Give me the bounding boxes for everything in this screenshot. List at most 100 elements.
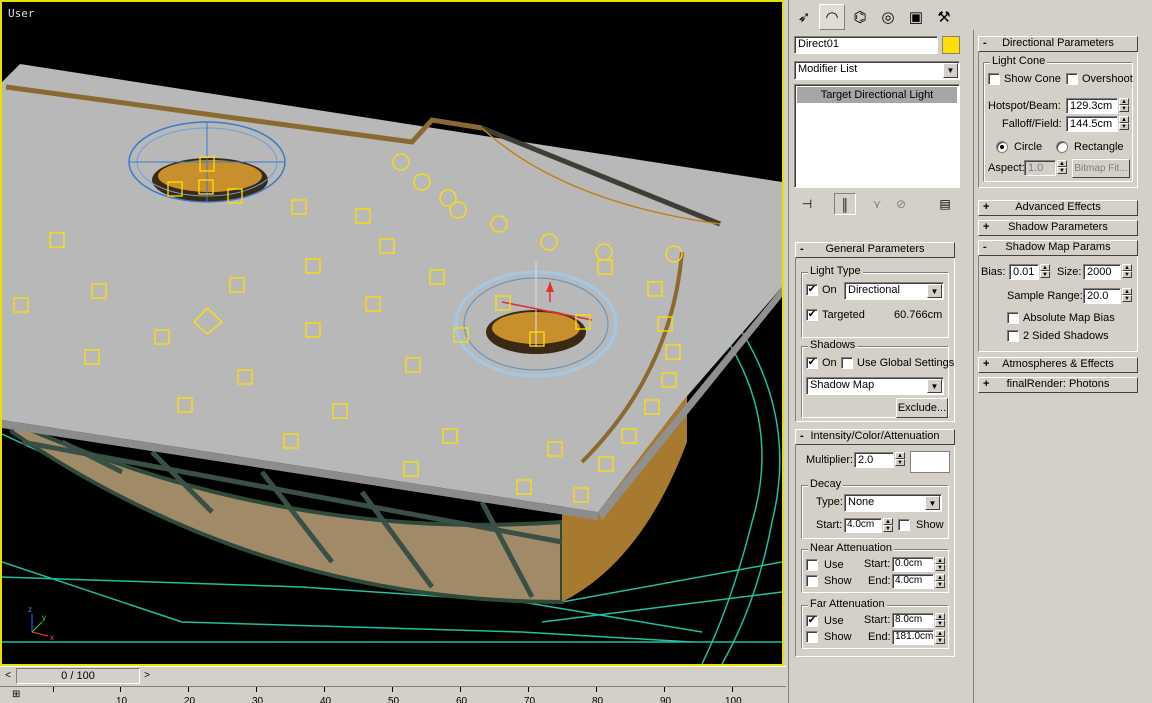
stack-item-target-directional-light[interactable]: Target Directional Light	[797, 87, 957, 103]
decay-start-spinner[interactable]: ▲ ▼	[883, 518, 893, 532]
utilities-tab-icon[interactable]: ⚒	[931, 4, 957, 30]
near-attenuation-group: Near Attenuation Use Show Start: 0.0cm ▲…	[801, 542, 949, 593]
intensity-rollout[interactable]: - Intensity/Color/Attenuation	[795, 429, 955, 445]
near-end-field[interactable]: 4.0cm	[892, 574, 934, 589]
hotspot-field[interactable]: 129.3cm	[1066, 98, 1118, 114]
light-cone-group: Light Cone Show Cone Overshoot Hotspot/B…	[983, 55, 1133, 182]
multiplier-field[interactable]: 2.0	[854, 452, 894, 468]
directional-parameters-rollout[interactable]: - Directional Parameters	[978, 36, 1138, 52]
decay-show-checkbox[interactable]	[898, 519, 910, 531]
command-panel-tabs: ➶ ◠ ⌬ ◎ ▣ ⚒	[789, 4, 969, 30]
overshoot-checkbox[interactable]	[1066, 73, 1078, 85]
multiplier-spinner[interactable]: ▲ ▼	[895, 452, 905, 466]
next-frame-button[interactable]: >	[140, 669, 154, 684]
make-unique-icon[interactable]: ⋎	[866, 193, 888, 215]
modify-tab-icon[interactable]: ◠	[819, 4, 845, 30]
bias-field[interactable]: 0.01	[1009, 264, 1039, 280]
ruler-tick: 40	[320, 696, 332, 703]
show-end-result-icon[interactable]: ║	[834, 193, 856, 215]
far-start-spinner[interactable]: ▲ ▼	[935, 613, 945, 627]
light-type-group: Light Type ✔ On Directional ▼ ✔ Targeted…	[801, 265, 949, 338]
rectangle-radio[interactable]	[1056, 141, 1068, 153]
ruler-tick: 70	[524, 696, 536, 703]
chevron-down-icon: ▼	[927, 379, 942, 393]
size-field[interactable]: 2000	[1083, 264, 1121, 280]
bias-spinner[interactable]: ▲ ▼	[1040, 264, 1050, 278]
circle-radio[interactable]	[996, 141, 1008, 153]
display-tab-icon[interactable]: ▣	[903, 4, 929, 30]
object-color-swatch[interactable]	[942, 36, 960, 54]
ruler-tick: 20	[184, 696, 196, 703]
atmospheres-effects-rollout[interactable]: + Atmospheres & Effects	[978, 357, 1138, 373]
near-show-checkbox[interactable]	[806, 575, 818, 587]
svg-text:x: x	[50, 633, 54, 642]
modifier-stack[interactable]: Target Directional Light	[794, 84, 960, 188]
ruler-tick: 90	[660, 696, 672, 703]
remove-modifier-icon[interactable]: ⊘	[890, 193, 912, 215]
ruler-tick: 100	[725, 696, 742, 703]
final-render-photons-rollout[interactable]: + finalRender: Photons	[978, 377, 1138, 393]
object-name-field[interactable]: Direct01	[794, 36, 938, 54]
target-distance: 60.766cm	[894, 309, 943, 321]
light-on-checkbox[interactable]: ✔	[806, 284, 818, 296]
falloff-spinner[interactable]: ▲ ▼	[1119, 116, 1129, 130]
pin-stack-icon[interactable]: ⊣	[796, 193, 818, 215]
shadows-group: Shadows ✔ On Use Global Settings Shadow …	[801, 339, 954, 418]
ruler-tick: 10	[116, 696, 128, 703]
absolute-map-bias-checkbox[interactable]	[1007, 312, 1019, 324]
advanced-effects-rollout[interactable]: + Advanced Effects	[978, 200, 1138, 216]
bitmap-fit-button[interactable]: Bitmap Fit...	[1072, 159, 1130, 178]
far-start-field[interactable]: 8.0cm	[892, 613, 934, 628]
axis-gizmo: z x y	[28, 605, 54, 642]
shadow-type-dropdown[interactable]: Shadow Map ▼	[806, 377, 944, 395]
sample-range-field[interactable]: 20.0	[1083, 288, 1121, 304]
create-tab-icon[interactable]: ➶	[791, 4, 817, 30]
light-type-dropdown[interactable]: Directional ▼	[844, 282, 944, 300]
svg-text:y: y	[42, 613, 46, 622]
track-bar-key-icon[interactable]: ⊞	[12, 689, 20, 700]
track-bar[interactable]: ⊞ 10 20 30 40 50 60 70 80 90 100	[0, 686, 786, 703]
prev-frame-button[interactable]: <	[1, 669, 15, 684]
aspect-field[interactable]: 1.0	[1024, 160, 1056, 176]
exclude-button[interactable]: Exclude...	[896, 398, 948, 418]
show-cone-checkbox[interactable]	[988, 73, 1000, 85]
decay-group: Decay Type: None ▼ Start: 4.0cm ▲ ▼ Show	[801, 478, 949, 539]
hotspot-spinner[interactable]: ▲ ▼	[1119, 98, 1129, 112]
general-parameters-rollout[interactable]: - General Parameters	[795, 242, 955, 258]
near-start-spinner[interactable]: ▲ ▼	[935, 557, 945, 571]
chevron-down-icon: ▼	[943, 63, 958, 78]
chevron-down-icon: ▼	[927, 284, 942, 298]
far-end-field[interactable]: 181.0cm	[892, 630, 934, 645]
viewport-label[interactable]: User	[8, 7, 35, 20]
hierarchy-tab-icon[interactable]: ⌬	[847, 4, 873, 30]
stack-toolbar: ⊣ ║ ⋎ ⊘ ▤	[794, 193, 960, 215]
svg-text:z: z	[28, 605, 32, 614]
light-color-swatch[interactable]	[910, 451, 950, 473]
use-global-settings-checkbox[interactable]	[841, 357, 853, 369]
decay-start-field[interactable]: 4.0cm	[844, 518, 882, 533]
far-show-checkbox[interactable]	[806, 631, 818, 643]
decay-type-dropdown[interactable]: None ▼	[844, 494, 942, 512]
ruler-tick: 50	[388, 696, 400, 703]
modifier-list-dropdown[interactable]: Modifier List ▼	[794, 61, 960, 80]
near-use-checkbox[interactable]	[806, 559, 818, 571]
targeted-checkbox[interactable]: ✔	[806, 309, 818, 321]
far-end-spinner[interactable]: ▲ ▼	[935, 630, 945, 644]
configure-modifier-sets-icon[interactable]: ▤	[934, 193, 956, 215]
shadow-parameters-rollout[interactable]: + Shadow Parameters	[978, 220, 1138, 236]
aspect-spinner[interactable]: ▲ ▼	[1057, 160, 1067, 174]
perspective-viewport[interactable]: User z x y	[0, 0, 784, 666]
motion-tab-icon[interactable]: ◎	[875, 4, 901, 30]
size-spinner[interactable]: ▲ ▼	[1122, 264, 1132, 278]
sample-range-spinner[interactable]: ▲ ▼	[1122, 288, 1132, 302]
near-end-spinner[interactable]: ▲ ▼	[935, 574, 945, 588]
shadow-on-checkbox[interactable]: ✔	[806, 357, 818, 369]
far-attenuation-group: Far Attenuation ✔ Use Show Start: 8.0cm …	[801, 598, 949, 649]
two-sided-shadows-checkbox[interactable]	[1007, 330, 1019, 342]
shadow-map-params-rollout[interactable]: - Shadow Map Params	[978, 240, 1138, 256]
time-slider[interactable]: 0 / 100	[16, 668, 140, 684]
falloff-field[interactable]: 144.5cm	[1066, 116, 1118, 132]
near-start-field[interactable]: 0.0cm	[892, 557, 934, 572]
far-use-checkbox[interactable]: ✔	[806, 615, 818, 627]
chevron-down-icon: ▼	[925, 496, 940, 510]
